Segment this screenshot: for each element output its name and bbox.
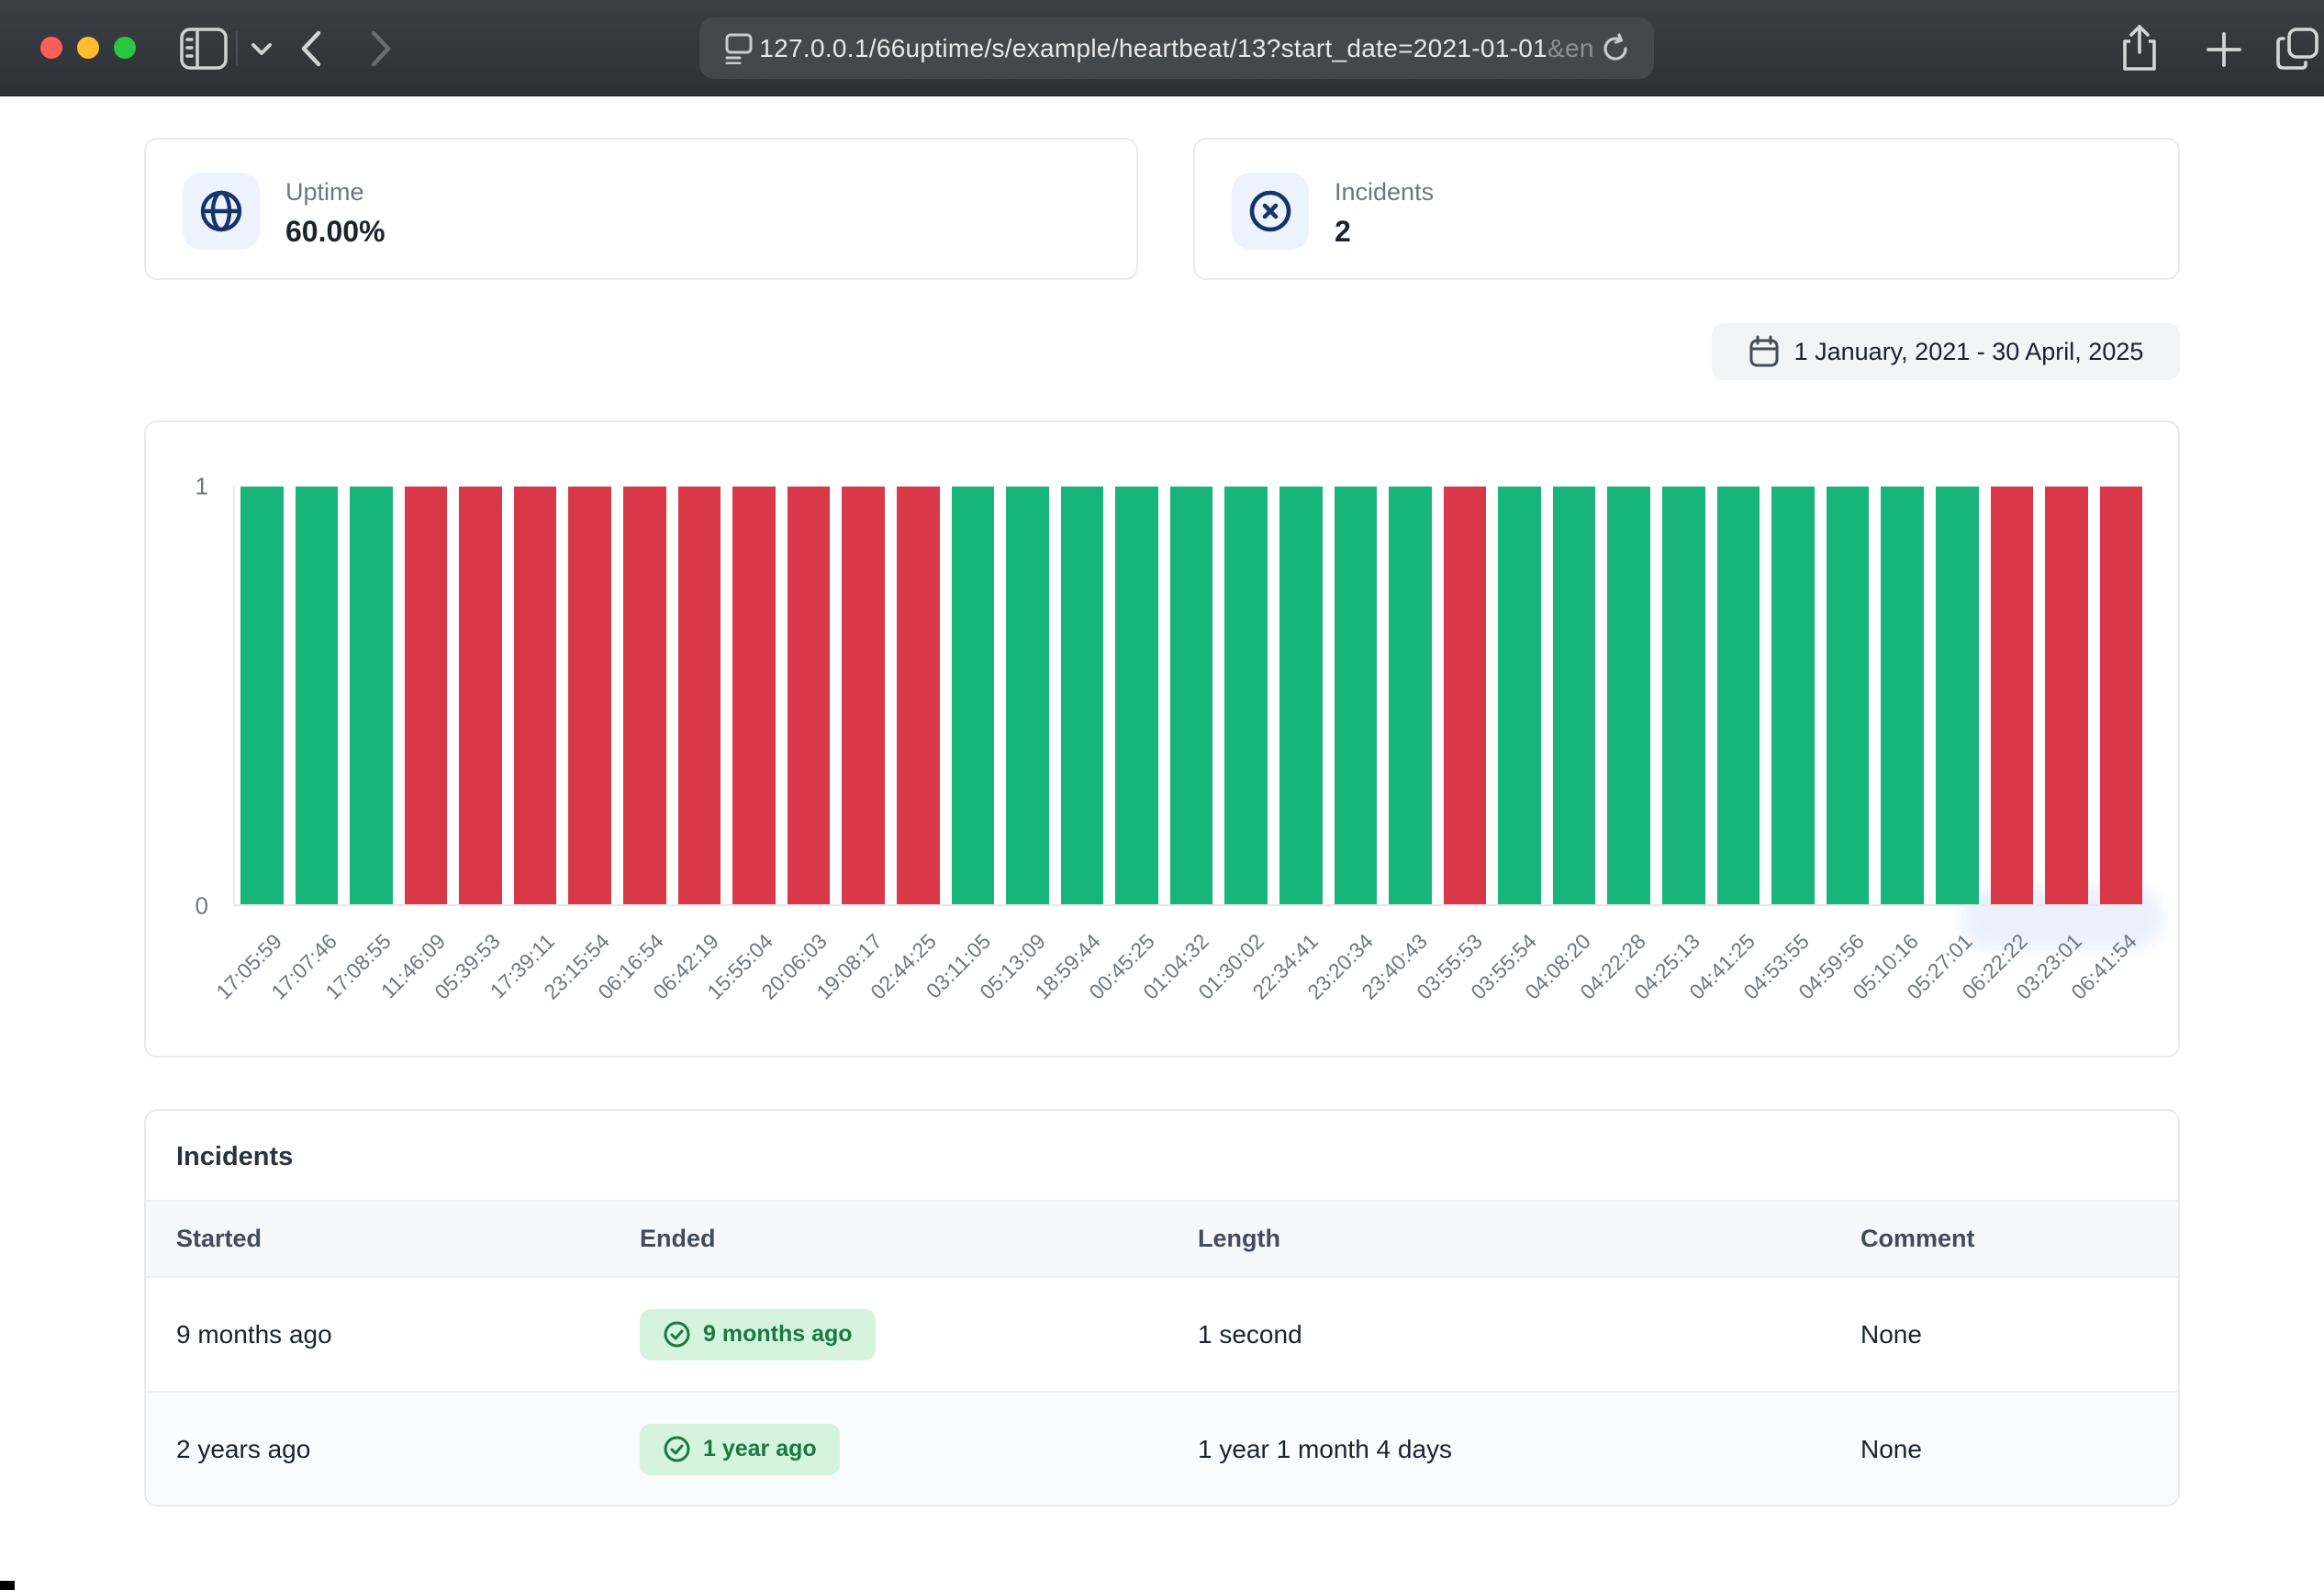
resolved-badge-label: 1 year ago — [703, 1436, 817, 1462]
heartbeat-bar[interactable] — [678, 487, 721, 904]
new-tab-icon[interactable] — [2205, 30, 2243, 69]
heartbeat-bar[interactable] — [1553, 487, 1596, 904]
heartbeat-bar[interactable] — [788, 487, 831, 904]
incident-comment: None — [1860, 1435, 2178, 1464]
heartbeat-bar[interactable] — [405, 487, 448, 904]
incident-length: 1 second — [1198, 1320, 1860, 1349]
incident-ended-cell: 1 year ago — [640, 1424, 1198, 1475]
heartbeat-chart-card: 1 0 17:05:5917:07:4617:08:5511:46:0905:3… — [144, 420, 2180, 1058]
heartbeat-bar[interactable] — [1662, 487, 1705, 904]
close-window-button[interactable] — [40, 37, 62, 59]
tab-overview-icon[interactable] — [2274, 26, 2320, 72]
heartbeat-bar[interactable] — [296, 487, 339, 904]
incidents-icon-tile — [1232, 173, 1309, 250]
heartbeat-bar[interactable] — [2045, 487, 2088, 904]
reload-icon[interactable] — [1599, 32, 1632, 65]
table-body: 9 months ago9 months ago1 secondNone2 ye… — [146, 1278, 2178, 1506]
column-header-started: Started — [176, 1225, 640, 1253]
heartbeat-bar[interactable] — [732, 487, 776, 904]
heartbeat-bar[interactable] — [1827, 487, 1870, 904]
resolved-badge-label: 9 months ago — [703, 1321, 853, 1348]
incidents-label: Incidents — [1335, 178, 1434, 207]
heartbeat-bar[interactable] — [240, 487, 284, 904]
incident-started: 9 months ago — [176, 1320, 640, 1349]
heartbeat-bar[interactable] — [1006, 487, 1049, 904]
calendar-icon — [1749, 335, 1780, 368]
globe-icon — [198, 188, 244, 234]
resolved-badge: 9 months ago — [640, 1309, 876, 1360]
y-tick-1: 1 — [172, 473, 208, 501]
heartbeat-bar[interactable] — [350, 487, 393, 904]
forward-button-icon[interactable] — [365, 28, 397, 70]
heartbeat-bar[interactable] — [623, 487, 666, 904]
heartbeat-bar[interactable] — [1936, 487, 1979, 904]
y-tick-0: 0 — [172, 892, 208, 921]
heartbeat-bar[interactable] — [1991, 487, 2034, 904]
x-axis-labels: 17:05:5917:07:4617:08:5511:46:0905:39:53… — [233, 929, 2142, 1048]
uptime-value: 60.00% — [285, 215, 385, 249]
heartbeat-bar[interactable] — [897, 487, 940, 904]
table-header-row: Started Ended Length Comment — [146, 1200, 2178, 1278]
heartbeat-bar[interactable] — [1771, 487, 1815, 904]
heartbeat-bar[interactable] — [1115, 487, 1158, 904]
uptime-label: Uptime — [285, 178, 364, 207]
column-header-length: Length — [1198, 1225, 1860, 1253]
heartbeat-plot — [233, 487, 2142, 906]
heartbeat-bar[interactable] — [1881, 487, 1924, 904]
incidents-value: 2 — [1335, 215, 1351, 249]
incident-ended-cell: 9 months ago — [640, 1309, 1198, 1360]
uptime-stat-card: Uptime 60.00% — [144, 138, 1138, 280]
heartbeat-bar[interactable] — [514, 487, 557, 904]
incidents-table-title: Incidents — [176, 1142, 293, 1172]
back-button-icon[interactable] — [296, 28, 327, 70]
column-header-comment: Comment — [1860, 1225, 2178, 1253]
column-header-ended: Ended — [640, 1225, 1198, 1253]
check-circle-icon — [663, 1320, 691, 1349]
heartbeat-bar[interactable] — [568, 487, 611, 904]
minimize-window-button[interactable] — [77, 37, 99, 59]
heartbeat-bar[interactable] — [1444, 487, 1487, 904]
chevron-down-icon[interactable] — [248, 40, 275, 59]
date-range-button[interactable]: 1 January, 2021 - 30 April, 2025 — [1712, 323, 2180, 380]
share-icon[interactable] — [2118, 23, 2161, 74]
circle-x-icon — [1247, 188, 1293, 234]
incident-length: 1 year 1 month 4 days — [1198, 1435, 1860, 1464]
address-bar[interactable]: 127.0.0.1/66uptime/s/example/heartbeat/1… — [699, 17, 1654, 79]
heartbeat-bar[interactable] — [1717, 487, 1760, 904]
incident-row: 9 months ago 9 months ago 1 secondNone — [146, 1278, 2178, 1393]
incident-row: 2 years ago 1 year ago 1 year 1 month 4 da… — [146, 1393, 2178, 1506]
sidebar-toggle-icon[interactable] — [180, 28, 228, 70]
heartbeat-bar[interactable] — [952, 487, 995, 904]
incidents-stat-card: Incidents 2 — [1193, 138, 2180, 280]
incident-comment: None — [1860, 1320, 2178, 1349]
toolbar-divider — [236, 31, 238, 66]
heartbeat-bar[interactable] — [1498, 487, 1541, 904]
zoom-window-button[interactable] — [114, 37, 136, 59]
incidents-table-card: Incidents Started Ended Length Comment 9… — [144, 1109, 2180, 1506]
heartbeat-bar[interactable] — [1279, 487, 1323, 904]
heartbeat-bar[interactable] — [1224, 487, 1268, 904]
heartbeat-bar[interactable] — [1607, 487, 1650, 904]
heartbeat-bar[interactable] — [2100, 487, 2143, 904]
url-text: 127.0.0.1/66uptime/s/example/heartbeat/1… — [699, 34, 1654, 63]
resolved-badge: 1 year ago — [640, 1424, 840, 1475]
heartbeat-bar[interactable] — [1335, 487, 1378, 904]
check-circle-icon — [663, 1435, 691, 1463]
heartbeat-bar[interactable] — [1170, 487, 1213, 904]
incident-started: 2 years ago — [176, 1435, 640, 1464]
heartbeat-bar[interactable] — [1061, 487, 1104, 904]
heartbeat-bar[interactable] — [1389, 487, 1432, 904]
uptime-icon-tile — [183, 173, 260, 250]
date-range-label: 1 January, 2021 - 30 April, 2025 — [1794, 338, 2144, 366]
heartbeat-bar[interactable] — [459, 487, 502, 904]
heartbeat-bar[interactable] — [842, 487, 885, 904]
browser-toolbar: 127.0.0.1/66uptime/s/example/heartbeat/1… — [0, 0, 2324, 96]
screenshot-stage: 127.0.0.1/66uptime/s/example/heartbeat/1… — [0, 0, 2324, 1590]
screen-corner-artifact — [0, 1581, 15, 1590]
